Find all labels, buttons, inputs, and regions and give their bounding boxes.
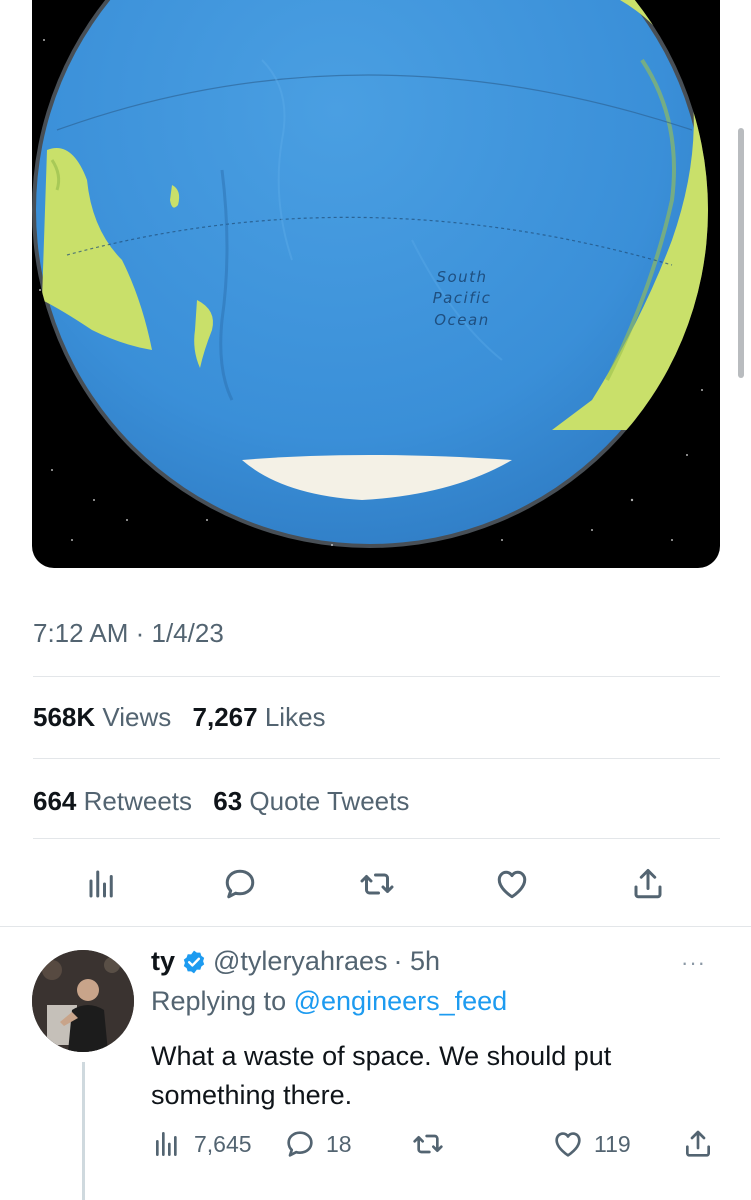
reply-analytics-button[interactable]: 7,645 — [152, 1122, 252, 1166]
reply-header: ty @tyleryahraes · 5h — [151, 946, 440, 977]
verified-badge-icon — [183, 950, 205, 973]
reply-share-button[interactable] — [682, 1122, 714, 1166]
views-label[interactable]: Views — [102, 702, 171, 732]
like-icon — [555, 1132, 581, 1157]
ocean-label-line-1: South — [436, 268, 487, 286]
retweet-button[interactable] — [353, 860, 401, 908]
tweet-timestamp[interactable]: 7:12 AM · 1/4/23 — [33, 618, 224, 649]
reply-button[interactable] — [216, 860, 264, 908]
divider — [33, 838, 720, 839]
reply-replies-count: 18 — [326, 1130, 352, 1157]
retweets-quotes-row: 664 Retweets 63 Quote Tweets — [33, 786, 409, 817]
share-button[interactable] — [624, 860, 672, 908]
divider — [0, 926, 751, 927]
reply-retweet-button[interactable] — [412, 1122, 454, 1166]
replying-to-prefix: Replying to — [151, 986, 287, 1016]
retweet-icon — [360, 873, 394, 895]
like-icon — [497, 870, 527, 899]
ocean-label-line-3: Ocean — [434, 311, 489, 329]
avatar[interactable] — [32, 950, 134, 1052]
reply-action-bar: 7,645 18 119 — [0, 1122, 751, 1166]
reply-author-handle[interactable]: @tyleryahraes — [213, 946, 387, 977]
tweet-media-image[interactable]: South Pacific Ocean — [32, 0, 720, 568]
share-icon — [686, 1130, 710, 1157]
likes-count[interactable]: 7,267 — [193, 702, 258, 732]
replying-to-link[interactable]: @engineers_feed — [294, 986, 508, 1016]
reply-reply-button[interactable]: 18 — [284, 1122, 352, 1166]
views-count: 568K — [33, 702, 96, 732]
retweet-icon — [413, 1134, 443, 1154]
like-button[interactable] — [488, 860, 536, 908]
tweet-action-bar — [0, 860, 751, 908]
share-icon — [634, 869, 662, 899]
analytics-button[interactable] — [79, 860, 127, 908]
reply-like-button[interactable]: 119 — [552, 1122, 631, 1166]
quote-tweets-label[interactable]: Quote Tweets — [249, 786, 409, 816]
reply-icon — [225, 869, 255, 899]
quote-tweets-count[interactable]: 63 — [213, 786, 242, 816]
reply-icon — [287, 1131, 313, 1157]
reply-views-count: 7,645 — [194, 1130, 252, 1157]
replying-to-line: Replying to @engineers_feed — [151, 986, 507, 1017]
analytics-icon — [156, 1132, 177, 1156]
divider — [33, 758, 720, 759]
analytics-icon — [89, 870, 113, 898]
reply-likes-count: 119 — [594, 1130, 631, 1157]
divider — [33, 676, 720, 677]
scrollbar-thumb[interactable] — [738, 128, 744, 378]
globe-illustration: South Pacific Ocean — [32, 0, 708, 548]
ocean-label-line-2: Pacific — [433, 289, 492, 307]
reply-author-name[interactable]: ty — [151, 946, 175, 977]
retweets-label[interactable]: Retweets — [84, 786, 192, 816]
more-options-icon[interactable]: ··· — [681, 950, 706, 976]
views-likes-row: 568K Views 7,267 Likes — [33, 702, 326, 733]
reply-text: What a waste of space. We should put som… — [151, 1041, 612, 1110]
retweets-count[interactable]: 664 — [33, 786, 76, 816]
reply-time[interactable]: · 5h — [394, 946, 441, 977]
likes-label[interactable]: Likes — [265, 702, 326, 732]
